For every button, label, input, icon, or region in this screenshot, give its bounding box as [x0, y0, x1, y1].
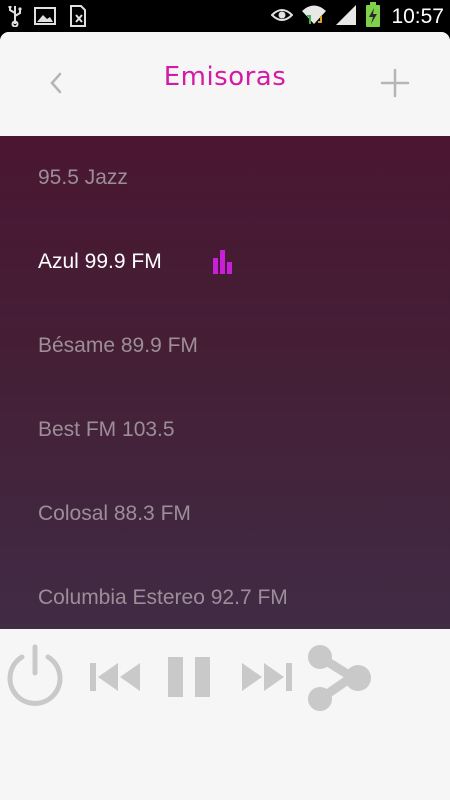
station-item[interactable]: Best FM 103.5: [0, 400, 450, 460]
add-station-button[interactable]: [378, 66, 412, 100]
station-label: Azul 99.9 FM: [38, 250, 162, 273]
station-label: 95.5 Jazz: [38, 166, 128, 189]
station-item[interactable]: 95.5 Jazz: [0, 148, 450, 208]
plus-icon: [380, 68, 410, 98]
eye-icon: [271, 7, 294, 27]
clock: 10:57: [391, 5, 444, 28]
station-item-active[interactable]: Azul 99.9 FM: [0, 232, 450, 292]
status-bar: 10:57: [0, 0, 450, 32]
station-list: 95.5 Jazz Azul 99.9 FM Bésame 89.9 FM Be…: [0, 136, 450, 629]
pause-button[interactable]: [165, 655, 215, 703]
battery-charging-icon: [365, 2, 381, 32]
player-controls: [0, 629, 450, 800]
station-label: Columbia Estereo 92.7 FM: [38, 586, 288, 609]
station-item[interactable]: Columbia Estereo 92.7 FM: [0, 568, 450, 628]
share-button[interactable]: [306, 643, 376, 717]
power-icon: [7, 644, 63, 706]
station-label: Colosal 88.3 FM: [38, 502, 191, 525]
signal-icon: [335, 4, 357, 30]
station-label: Best FM 103.5: [38, 418, 175, 441]
station-item[interactable]: Colosal 88.3 FM: [0, 484, 450, 544]
app-window: Emisoras 95.5 Jazz Azul 99.9 FM Bésame 8…: [0, 32, 450, 800]
previous-button[interactable]: [88, 657, 142, 701]
now-playing-icon: [213, 250, 239, 274]
sim-icon: [68, 5, 88, 31]
pause-icon: [168, 657, 210, 697]
header: Emisoras: [0, 32, 450, 136]
power-button[interactable]: [4, 643, 66, 713]
usb-icon: [8, 5, 22, 31]
next-icon: [242, 663, 292, 691]
share-icon: [308, 645, 371, 711]
previous-icon: [90, 663, 140, 691]
wifi-icon: [301, 3, 327, 31]
image-icon: [34, 6, 56, 30]
next-button[interactable]: [240, 657, 294, 701]
station-item[interactable]: Bésame 89.9 FM: [0, 316, 450, 376]
station-label: Bésame 89.9 FM: [38, 334, 198, 357]
